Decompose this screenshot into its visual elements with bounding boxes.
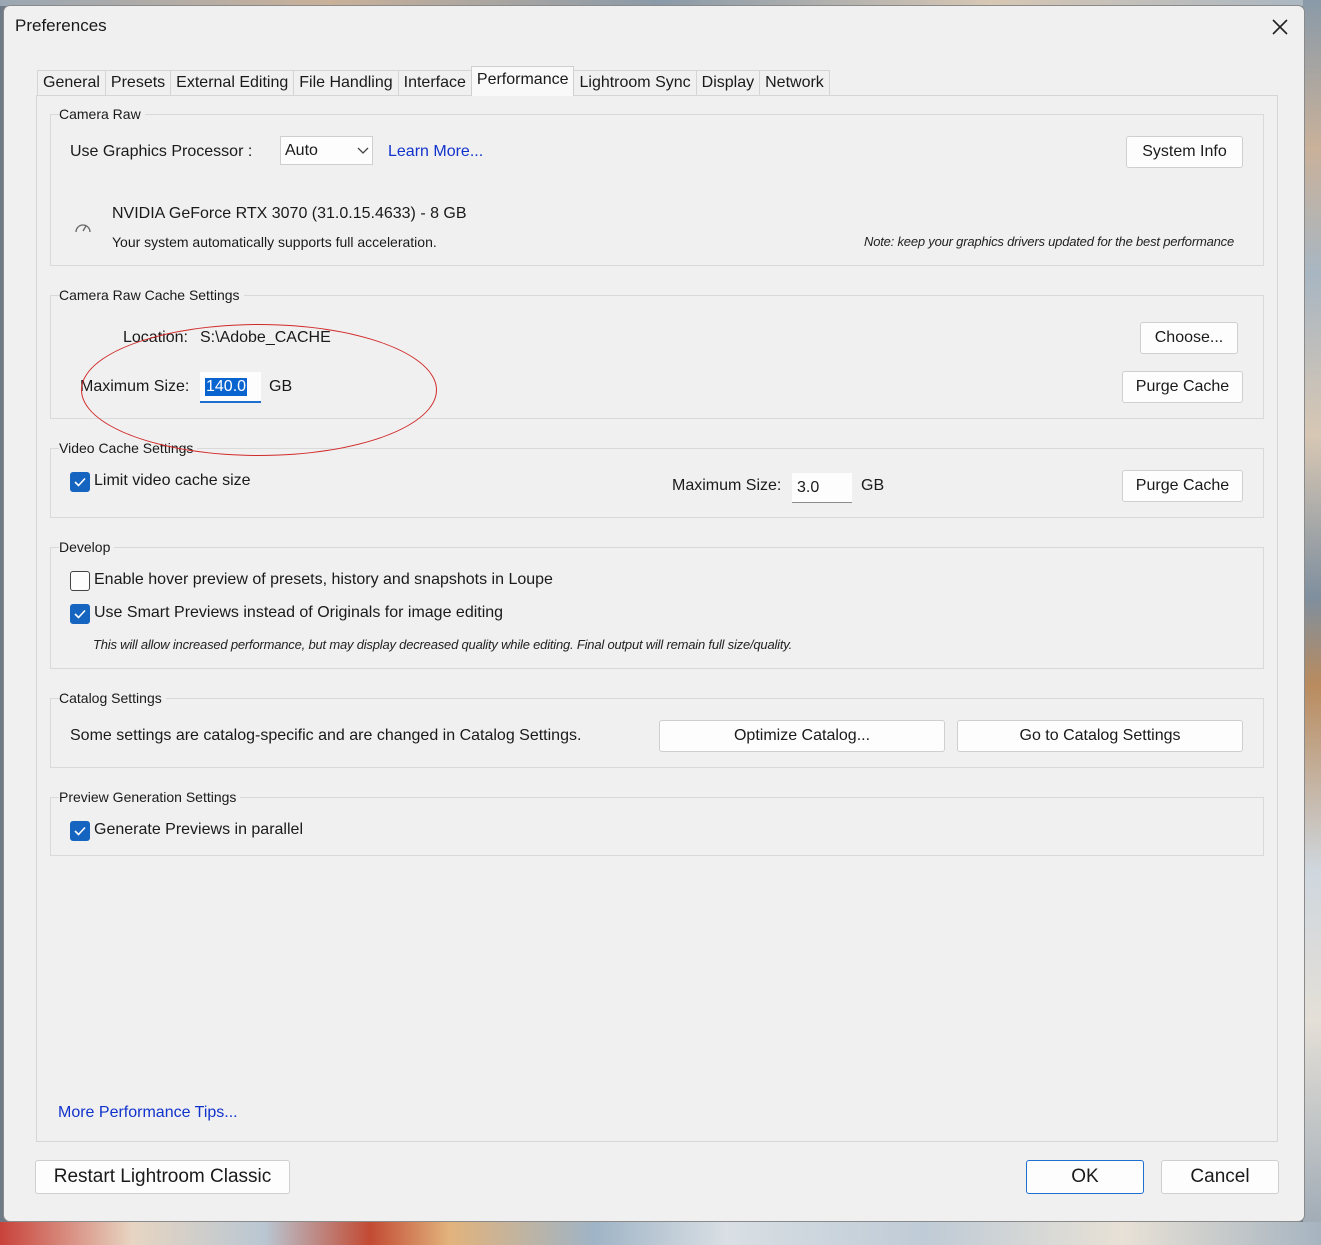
cache-location-label: Location:	[123, 329, 188, 346]
generate-parallel-label: Generate Previews in parallel	[94, 821, 303, 838]
gpu-select-value: Auto	[285, 141, 318, 159]
more-performance-tips-link[interactable]: More Performance Tips...	[58, 1104, 238, 1122]
restart-lightroom-button[interactable]: Restart Lightroom Classic	[35, 1160, 290, 1194]
tab-lightroom-sync[interactable]: Lightroom Sync	[573, 70, 697, 96]
tab-display[interactable]: Display	[695, 70, 761, 96]
cancel-button[interactable]: Cancel	[1161, 1160, 1279, 1194]
gauge-icon	[74, 220, 92, 234]
video-max-size-label: Maximum Size:	[672, 477, 782, 494]
background-photos-right	[1303, 0, 1321, 1245]
develop-title: Develop	[59, 539, 115, 555]
video-cache-unit: GB	[861, 477, 885, 494]
gpu-name: NVIDIA GeForce RTX 3070 (31.0.15.4633) -…	[112, 205, 467, 222]
gpu-status: Your system automatically supports full …	[112, 234, 437, 250]
chevron-down-icon	[354, 143, 372, 158]
video-cache-title: Video Cache Settings	[59, 440, 198, 456]
dialog-title: Preferences	[15, 16, 107, 35]
catalog-text: Some settings are catalog-specific and a…	[70, 727, 582, 744]
tab-performance[interactable]: Performance	[470, 66, 575, 96]
tab-general[interactable]: General	[37, 70, 106, 96]
ok-button[interactable]: OK	[1026, 1160, 1144, 1194]
tab-presets[interactable]: Presets	[104, 70, 172, 96]
cache-max-size-value: 140.0	[205, 377, 248, 396]
checkmark-icon	[74, 826, 86, 836]
cache-title: Camera Raw Cache Settings	[59, 287, 244, 303]
system-info-button[interactable]: System Info	[1126, 136, 1243, 168]
tab-file-handling[interactable]: File Handling	[293, 70, 399, 96]
go-to-catalog-settings-button[interactable]: Go to Catalog Settings	[957, 720, 1243, 752]
video-max-size-field[interactable]: 3.0	[792, 473, 852, 503]
cache-unit: GB	[269, 378, 293, 395]
purge-cache-button[interactable]: Purge Cache	[1122, 371, 1243, 403]
learn-more-link[interactable]: Learn More...	[388, 143, 483, 161]
smart-previews-checkbox[interactable]	[70, 604, 90, 624]
generate-parallel-checkbox[interactable]	[70, 821, 90, 841]
choose-button[interactable]: Choose...	[1140, 322, 1238, 354]
tab-network[interactable]: Network	[759, 70, 830, 96]
tab-external-editing[interactable]: External Editing	[170, 70, 295, 96]
limit-video-cache-checkbox[interactable]	[70, 472, 90, 492]
video-max-size-value: 3.0	[797, 478, 820, 496]
close-icon[interactable]	[1261, 10, 1299, 44]
preferences-dialog: Preferences General Presets External Edi…	[3, 5, 1305, 1222]
hover-preview-checkbox[interactable]	[70, 571, 90, 591]
cache-location-value: S:\Adobe_CACHE	[200, 329, 331, 346]
smart-previews-note: This will allow increased performance, b…	[93, 637, 793, 652]
gpu-select[interactable]: Auto	[280, 136, 373, 165]
hover-preview-label: Enable hover preview of presets, history…	[94, 571, 553, 588]
cache-max-size-field[interactable]: 140.0	[200, 372, 261, 403]
cache-max-size-label: Maximum Size:	[80, 378, 190, 395]
preview-generation-title: Preview Generation Settings	[59, 789, 241, 805]
smart-previews-label: Use Smart Previews instead of Originals …	[94, 604, 504, 621]
checkmark-icon	[74, 477, 86, 487]
gpu-driver-note: Note: keep your graphics drivers updated…	[864, 234, 1234, 249]
optimize-catalog-button[interactable]: Optimize Catalog...	[659, 720, 945, 752]
tab-interface[interactable]: Interface	[397, 70, 472, 96]
background-photos-bottom	[0, 1222, 1321, 1245]
gpu-label: Use Graphics Processor :	[70, 143, 253, 160]
limit-video-cache-label: Limit video cache size	[94, 472, 251, 489]
catalog-title: Catalog Settings	[59, 690, 166, 706]
tab-bar: General Presets External Editing File Ha…	[37, 66, 830, 96]
video-purge-cache-button[interactable]: Purge Cache	[1122, 470, 1243, 502]
camera-raw-title: Camera Raw	[59, 106, 145, 122]
checkmark-icon	[74, 609, 86, 619]
